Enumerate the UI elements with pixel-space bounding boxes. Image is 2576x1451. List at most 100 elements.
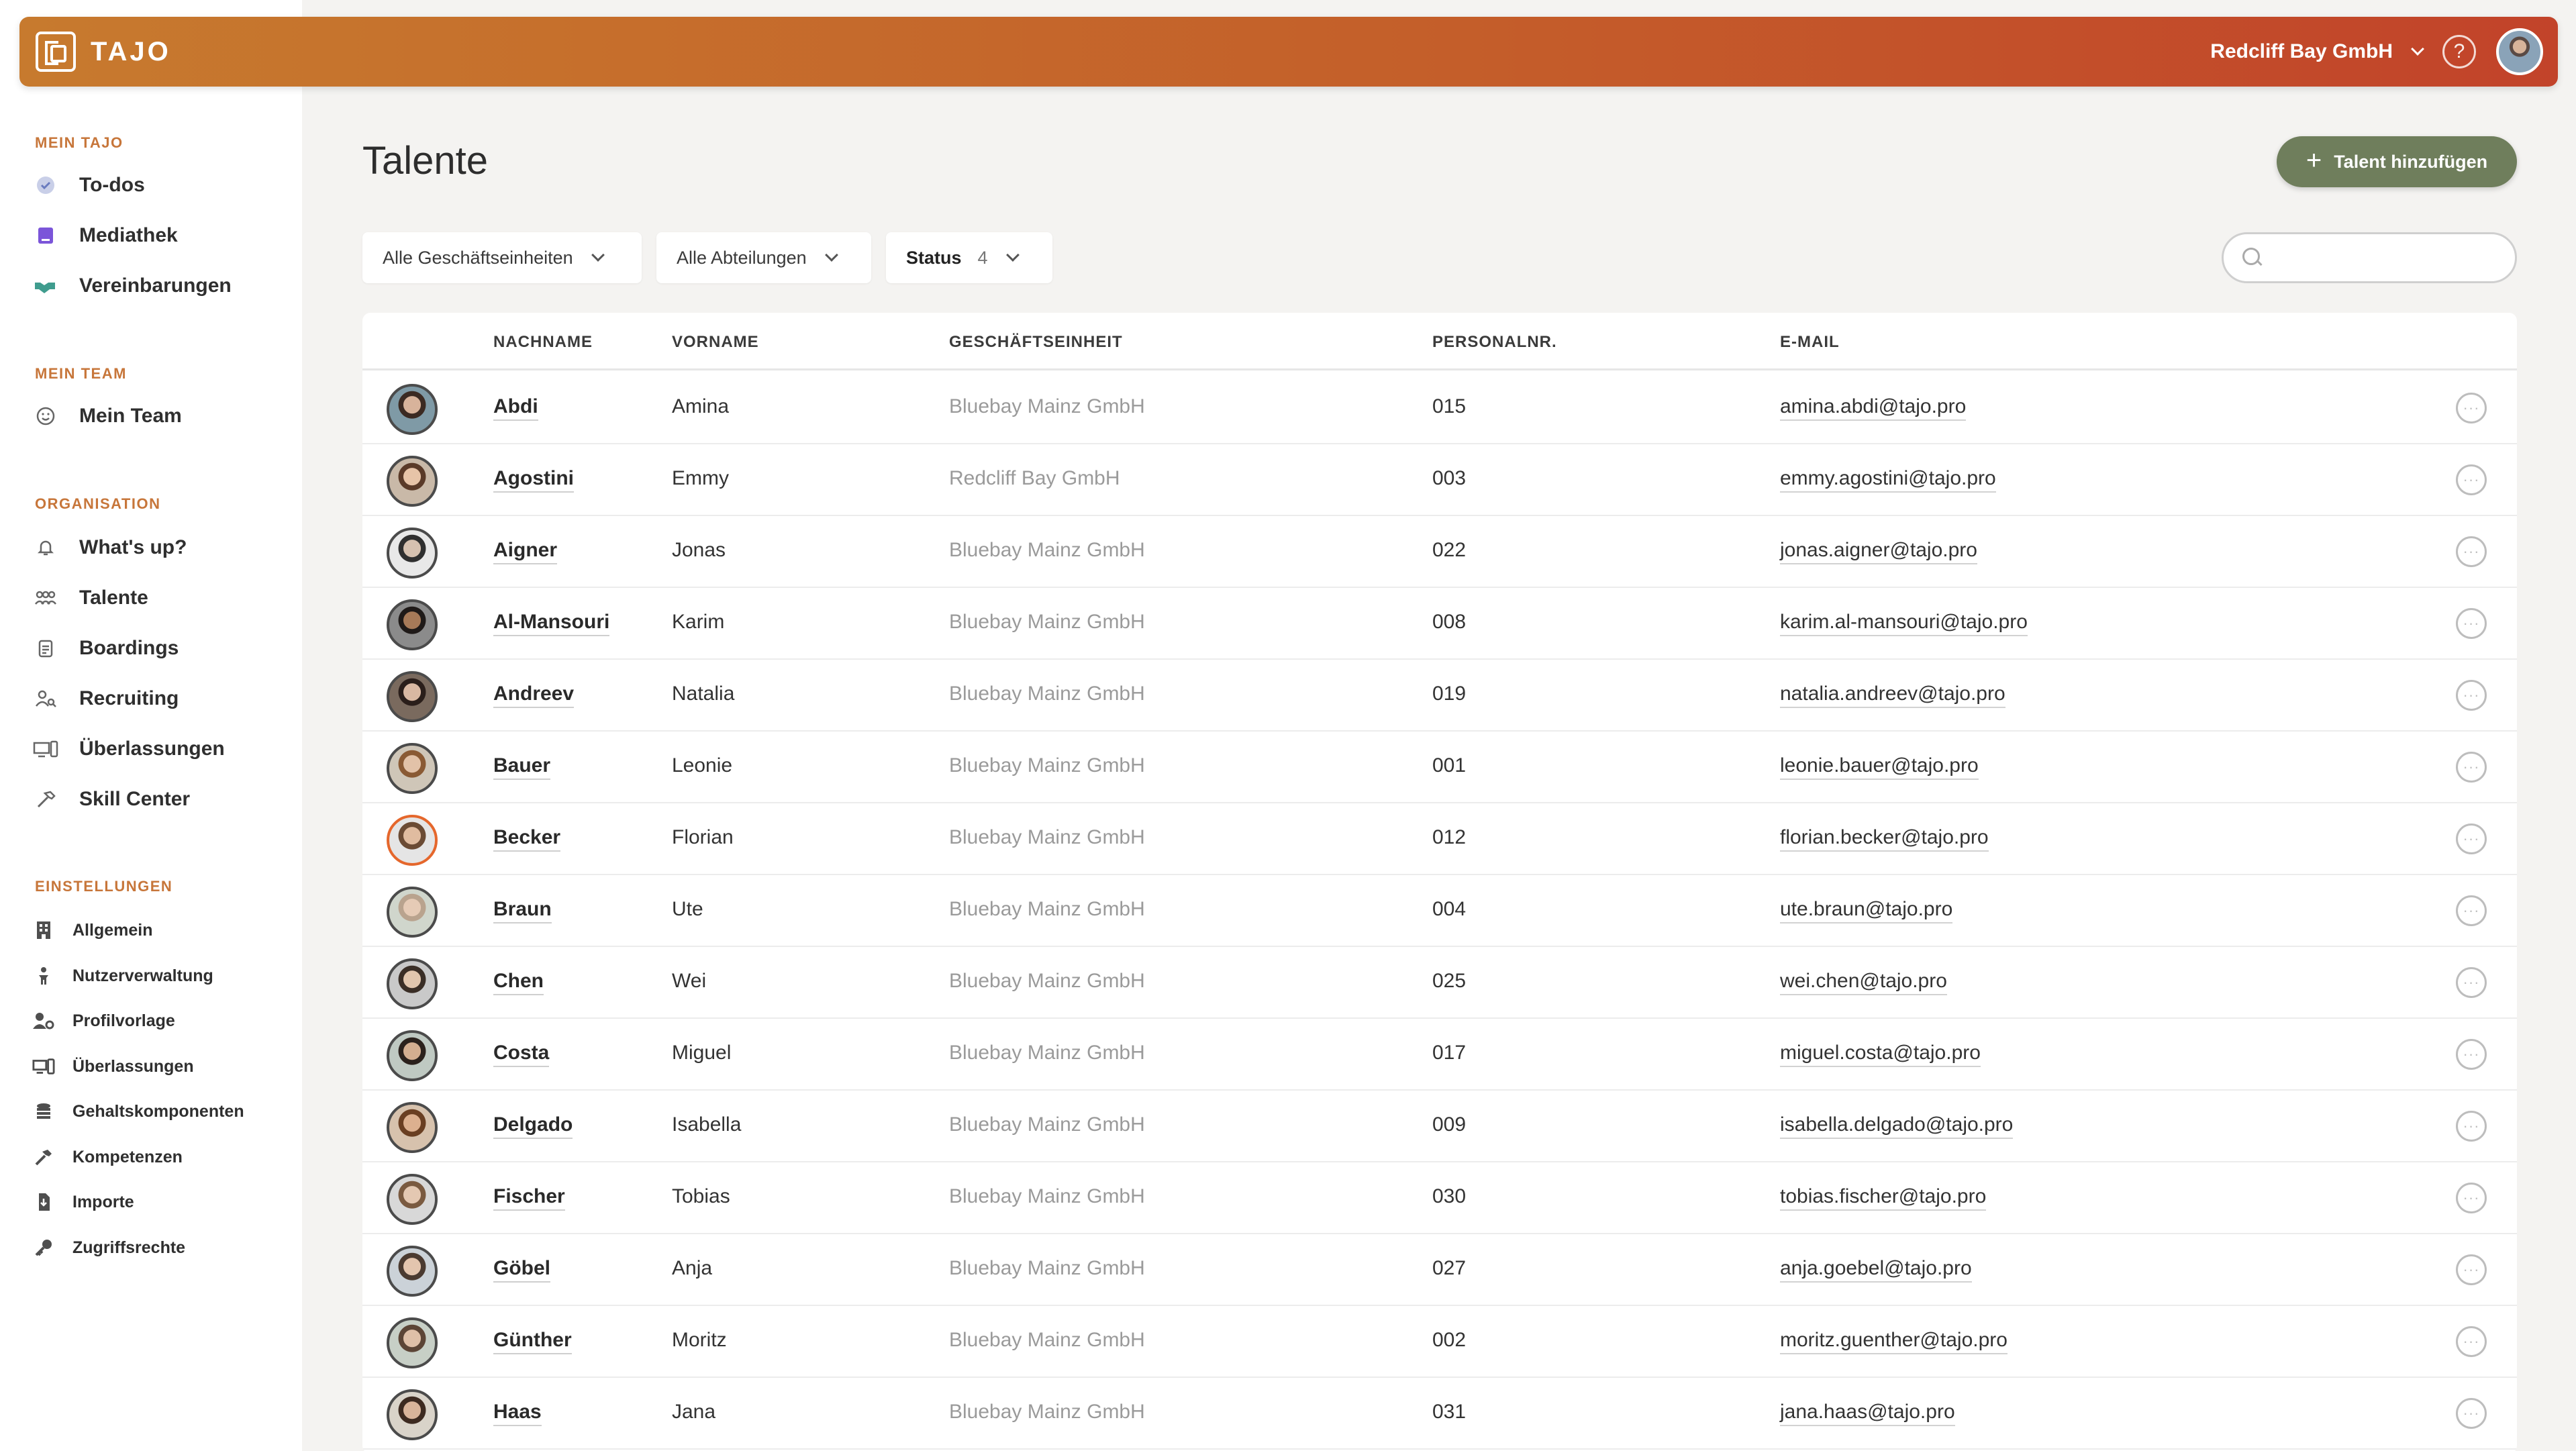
cell-nachname[interactable]: Al-Mansouri [493,611,610,636]
cell-nachname[interactable]: Göbel [493,1257,551,1283]
filter-status[interactable]: Status 4 [886,232,1052,283]
table-row[interactable]: Chen Wei Bluebay Mainz GmbH 025 wei.chen@taj… [362,947,2517,1019]
table-row[interactable]: Günther Moritz Bluebay Mainz GmbH 002 moritz… [362,1306,2517,1378]
table-row[interactable]: Costa Miguel Bluebay Mainz GmbH 017 miguel.c… [362,1019,2517,1091]
more-options-icon[interactable]: ··· [2456,1183,2487,1213]
sidebar-item-ueberlassungen[interactable]: Überlassungen [32,736,225,762]
table-row[interactable]: Braun Ute Bluebay Mainz GmbH 004 ute.braun@t… [362,875,2517,947]
cell-email[interactable]: anja.goebel@tajo.pro [1780,1257,1972,1283]
avatar[interactable] [387,528,438,579]
column-vorname[interactable]: VORNAME [672,333,759,352]
more-options-icon[interactable]: ··· [2456,608,2487,639]
sidebar-item-todos[interactable]: To-dos [32,172,145,199]
table-row[interactable]: Bauer Leonie Bluebay Mainz GmbH 001 leonie.b… [362,732,2517,803]
cell-nachname[interactable]: Agostini [493,467,574,493]
sidebar-item-zugriffsrechte[interactable]: Zugriffsrechte [32,1234,185,1261]
filter-units[interactable]: Alle Geschäftseinheiten [362,232,642,283]
more-options-icon[interactable]: ··· [2456,967,2487,998]
user-avatar[interactable] [2496,28,2543,75]
more-options-icon[interactable]: ··· [2456,464,2487,495]
avatar[interactable] [387,456,438,507]
avatar[interactable] [387,1102,438,1153]
more-options-icon[interactable]: ··· [2456,1326,2487,1357]
sidebar-item-recruiting[interactable]: Recruiting [32,685,179,712]
company-switcher[interactable]: Redcliff Bay GmbH [2210,40,2393,63]
cell-email[interactable]: karim.al-mansouri@tajo.pro [1780,611,2028,636]
avatar[interactable] [387,1174,438,1225]
cell-email[interactable]: leonie.bauer@tajo.pro [1780,754,1979,780]
sidebar-item-profilvorlage[interactable]: Profilvorlage [32,1007,175,1034]
more-options-icon[interactable]: ··· [2456,1254,2487,1285]
cell-nachname[interactable]: Günther [493,1329,572,1354]
cell-nachname[interactable]: Haas [493,1401,542,1426]
sidebar-item-allgemein[interactable]: Allgemein [32,917,152,944]
cell-email[interactable]: natalia.andreev@tajo.pro [1780,683,2005,708]
cell-nachname[interactable]: Andreev [493,683,575,708]
more-options-icon[interactable]: ··· [2456,680,2487,711]
avatar[interactable] [387,1317,438,1368]
table-row[interactable]: Delgado Isabella Bluebay Mainz GmbH 009 isab… [362,1091,2517,1162]
avatar[interactable] [387,958,438,1009]
more-options-icon[interactable]: ··· [2456,752,2487,783]
cell-email[interactable]: miguel.costa@tajo.pro [1780,1042,1981,1067]
sidebar-item-gehaltskomponenten[interactable]: Gehaltskomponenten [32,1098,244,1125]
cell-nachname[interactable]: Chen [493,970,544,995]
avatar[interactable] [387,1030,438,1081]
sidebar-item-mediathek[interactable]: Mediathek [32,222,178,249]
avatar[interactable] [387,887,438,938]
table-row[interactable]: Andreev Natalia Bluebay Mainz GmbH 019 natal… [362,660,2517,732]
more-options-icon[interactable]: ··· [2456,895,2487,926]
cell-nachname[interactable]: Bauer [493,754,551,780]
cell-email[interactable]: emmy.agostini@tajo.pro [1780,467,1996,493]
table-row[interactable]: Göbel Anja Bluebay Mainz GmbH 027 anja.goebe… [362,1234,2517,1306]
sidebar-item-skill-center[interactable]: Skill Center [32,786,190,813]
sidebar-item-mein-team[interactable]: Mein Team [32,403,182,430]
more-options-icon[interactable]: ··· [2456,536,2487,567]
more-options-icon[interactable]: ··· [2456,1398,2487,1429]
cell-nachname[interactable]: Costa [493,1042,550,1067]
column-email[interactable]: E-MAIL [1780,333,1840,352]
avatar[interactable] [387,1246,438,1297]
table-row[interactable]: Becker Florian Bluebay Mainz GmbH 012 floria… [362,803,2517,875]
filter-departments[interactable]: Alle Abteilungen [656,232,871,283]
column-nachname[interactable]: NACHNAME [493,333,593,352]
column-geschaeftseinheit[interactable]: GESCHÄFTSEINHEIT [949,333,1123,352]
sidebar-item-boardings[interactable]: Boardings [32,635,179,662]
cell-nachname[interactable]: Delgado [493,1113,573,1139]
brand[interactable]: TAJO [36,32,171,72]
avatar[interactable] [387,743,438,794]
table-row[interactable]: Abdi Amina Bluebay Mainz GmbH 015 amina.abdi… [362,372,2517,444]
sidebar-item-ueberlassungen-settings[interactable]: Überlassungen [32,1053,194,1080]
sidebar-item-nutzerverwaltung[interactable]: Nutzerverwaltung [32,962,213,989]
cell-email[interactable]: tobias.fischer@tajo.pro [1780,1185,1987,1211]
column-personalnr[interactable]: PERSONALNR. [1432,333,1557,352]
avatar[interactable] [387,599,438,650]
table-row[interactable]: Aigner Jonas Bluebay Mainz GmbH 022 jonas.ai… [362,516,2517,588]
cell-email[interactable]: amina.abdi@tajo.pro [1780,395,1967,421]
table-row[interactable]: Agostini Emmy Redcliff Bay GmbH 003 emmy.ago… [362,444,2517,516]
cell-email[interactable]: florian.becker@tajo.pro [1780,826,1989,852]
sidebar-item-talente[interactable]: Talente [32,585,148,611]
cell-email[interactable]: moritz.guenther@tajo.pro [1780,1329,2008,1354]
avatar[interactable] [387,1389,438,1440]
more-options-icon[interactable]: ··· [2456,1111,2487,1142]
more-options-icon[interactable]: ··· [2456,823,2487,854]
cell-email[interactable]: wei.chen@tajo.pro [1780,970,1947,995]
cell-email[interactable]: jana.haas@tajo.pro [1780,1401,1955,1426]
table-row[interactable]: Fischer Tobias Bluebay Mainz GmbH 030 tobias… [362,1162,2517,1234]
cell-email[interactable]: isabella.delgado@tajo.pro [1780,1113,2014,1139]
sidebar-item-kompetenzen[interactable]: Kompetenzen [32,1144,183,1170]
avatar[interactable] [387,384,438,435]
sidebar-item-importe[interactable]: Importe [32,1189,134,1215]
help-icon[interactable]: ? [2442,35,2476,68]
cell-nachname[interactable]: Becker [493,826,561,852]
more-options-icon[interactable]: ··· [2456,1039,2487,1070]
cell-email[interactable]: jonas.aigner@tajo.pro [1780,539,1977,564]
sidebar-item-vereinbarungen[interactable]: Vereinbarungen [32,272,232,299]
cell-nachname[interactable]: Abdi [493,395,538,421]
avatar[interactable] [387,815,438,866]
sidebar-item-whats-up[interactable]: What's up? [32,534,187,561]
cell-email[interactable]: ute.braun@tajo.pro [1780,898,1953,923]
search-input[interactable] [2222,232,2517,283]
table-row[interactable]: Al-Mansouri Karim Bluebay Mainz GmbH 008 kar… [362,588,2517,660]
